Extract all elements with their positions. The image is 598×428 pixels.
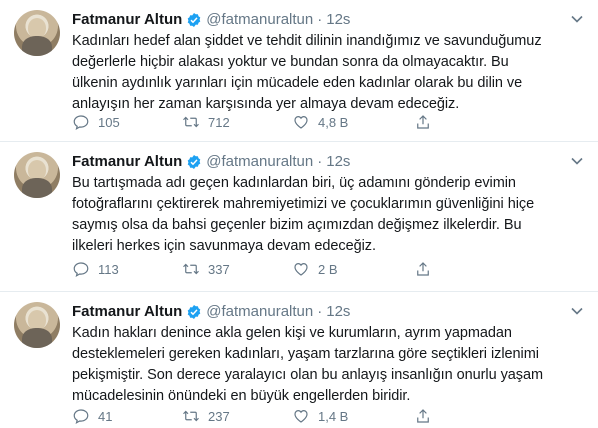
separator-dot: · bbox=[317, 11, 323, 28]
tweet-feed: Fatmanur Altun @fatmanuraltun · 12s Kadı… bbox=[0, 0, 598, 428]
share-button[interactable] bbox=[414, 260, 440, 278]
tweet-time[interactable]: 12s bbox=[326, 302, 350, 322]
verified-badge-icon bbox=[188, 155, 201, 169]
reply-count: 105 bbox=[98, 114, 120, 130]
tweet-header: Fatmanur Altun @fatmanuraltun · 12s bbox=[72, 302, 558, 322]
verified-badge-icon bbox=[188, 305, 201, 319]
avatar[interactable] bbox=[14, 302, 60, 348]
retweet-count: 237 bbox=[208, 408, 230, 424]
like-count: 4,8 B bbox=[318, 114, 349, 130]
reply-button[interactable]: 105 bbox=[72, 113, 182, 131]
caret-down-icon[interactable] bbox=[570, 12, 584, 26]
like-count: 2 B bbox=[318, 261, 338, 277]
tweet-time[interactable]: 12s bbox=[326, 10, 350, 30]
like-button[interactable]: 4,8 B bbox=[292, 113, 402, 131]
tweet-text: Bu tartışmada adı geçen kadınlardan biri… bbox=[72, 175, 535, 254]
like-button[interactable]: 2 B bbox=[292, 260, 402, 278]
share-icon bbox=[417, 262, 429, 276]
author-name[interactable]: Fatmanur Altun bbox=[72, 302, 182, 322]
tweet[interactable]: Fatmanur Altun @fatmanuraltun · 12s Bu t… bbox=[0, 142, 598, 292]
separator-dot: · bbox=[317, 153, 323, 170]
separator-dot: · bbox=[317, 303, 323, 320]
reply-icon bbox=[73, 409, 89, 424]
share-button[interactable] bbox=[414, 113, 440, 131]
share-button[interactable] bbox=[414, 407, 440, 425]
share-icon bbox=[417, 115, 429, 129]
avatar[interactable] bbox=[14, 10, 60, 56]
retweet-icon bbox=[183, 116, 199, 128]
reply-button[interactable]: 41 bbox=[72, 407, 182, 425]
like-count: 1,4 B bbox=[318, 408, 349, 424]
author-name[interactable]: Fatmanur Altun bbox=[72, 152, 182, 172]
caret-down-icon[interactable] bbox=[570, 154, 584, 168]
tweet-actions: 41 237 1,4 B bbox=[72, 406, 512, 426]
tweet-actions: 113 337 2 B bbox=[72, 259, 512, 279]
tweet-header: Fatmanur Altun @fatmanuraltun · 12s bbox=[72, 152, 558, 172]
verified-badge-icon bbox=[188, 13, 201, 27]
tweet[interactable]: Fatmanur Altun @fatmanuraltun · 12s Kadı… bbox=[0, 0, 598, 142]
reply-count: 41 bbox=[98, 408, 113, 424]
reply-count: 113 bbox=[98, 261, 119, 277]
tweet-text: Kadınları hedef alan şiddet ve tehdit di… bbox=[72, 33, 542, 112]
retweet-icon bbox=[183, 263, 199, 275]
tweet-actions: 105 712 4,8 B bbox=[72, 112, 512, 132]
reply-icon bbox=[73, 115, 89, 130]
retweet-count: 337 bbox=[208, 261, 230, 277]
author-handle[interactable]: @fatmanuraltun bbox=[206, 10, 313, 30]
avatar[interactable] bbox=[14, 152, 60, 198]
share-icon bbox=[417, 409, 429, 423]
tweet-text: Kadın hakları denince akla gelen kişi ve… bbox=[72, 325, 544, 404]
author-handle[interactable]: @fatmanuraltun bbox=[206, 302, 313, 322]
tweet[interactable]: Fatmanur Altun @fatmanuraltun · 12s Kadı… bbox=[0, 292, 598, 428]
author-handle[interactable]: @fatmanuraltun bbox=[206, 152, 313, 172]
like-button[interactable]: 1,4 B bbox=[292, 407, 402, 425]
reply-button[interactable]: 113 bbox=[72, 260, 182, 278]
caret-down-icon[interactable] bbox=[570, 304, 584, 318]
like-icon bbox=[294, 409, 308, 423]
retweet-icon bbox=[183, 410, 199, 422]
like-icon bbox=[294, 115, 308, 129]
retweet-button[interactable]: 337 bbox=[182, 260, 292, 278]
author-name[interactable]: Fatmanur Altun bbox=[72, 10, 182, 30]
tweet-header: Fatmanur Altun @fatmanuraltun · 12s bbox=[72, 10, 558, 30]
reply-icon bbox=[73, 262, 89, 277]
like-icon bbox=[294, 262, 308, 276]
tweet-time[interactable]: 12s bbox=[326, 152, 350, 172]
retweet-count: 712 bbox=[208, 114, 230, 130]
retweet-button[interactable]: 712 bbox=[182, 113, 292, 131]
retweet-button[interactable]: 237 bbox=[182, 407, 292, 425]
